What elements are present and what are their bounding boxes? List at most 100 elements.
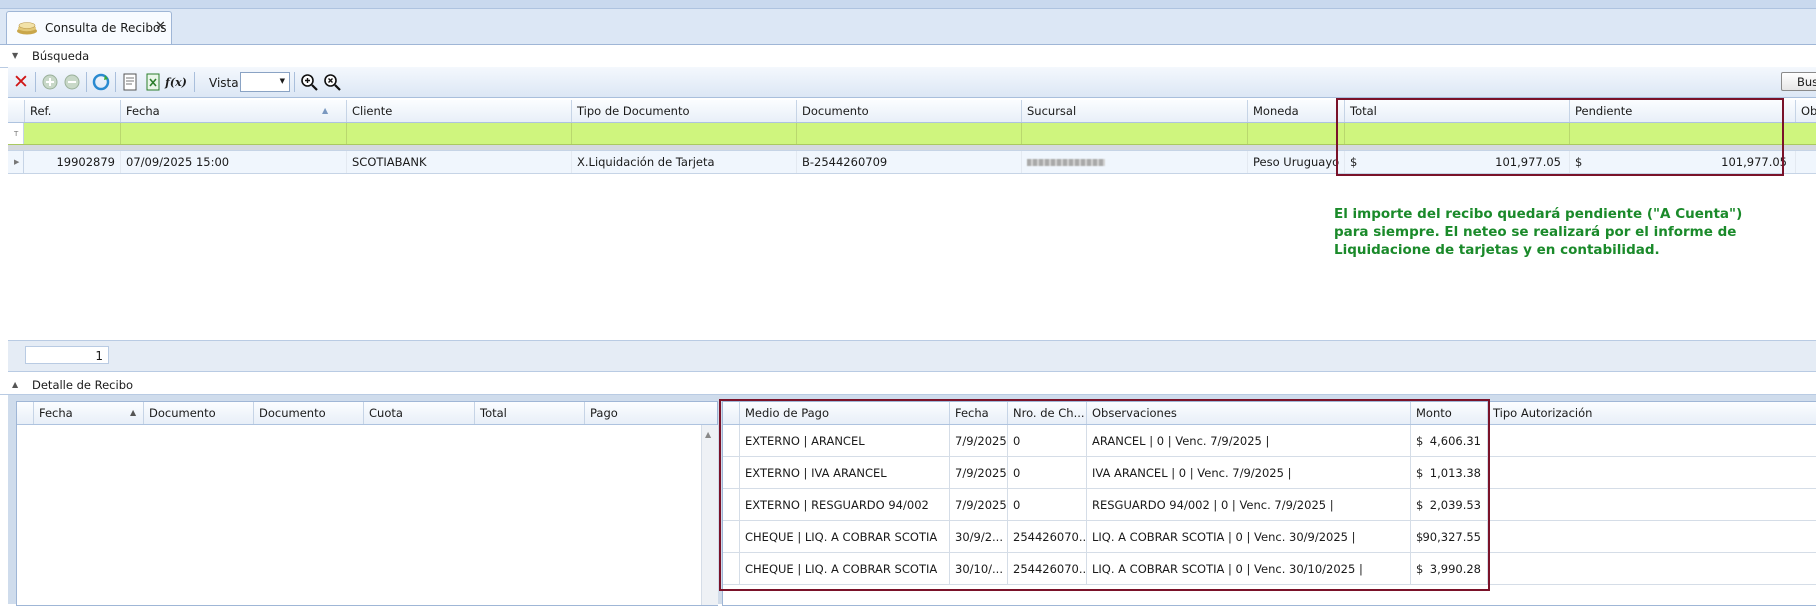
col-cuota[interactable]: Cuota: [363, 402, 474, 424]
filter-cell[interactable]: [1021, 123, 1247, 144]
cell-medio: EXTERNO | IVA ARANCEL: [739, 457, 949, 488]
formula-icon[interactable]: f(x): [165, 72, 187, 92]
filter-cell[interactable]: [1344, 123, 1569, 144]
col-documento-2[interactable]: Documento: [253, 402, 363, 424]
filter-cell[interactable]: [1569, 123, 1795, 144]
export-excel-icon[interactable]: [143, 72, 163, 92]
cell-fecha: 7/9/2025: [949, 425, 1007, 456]
delete-icon[interactable]: ✕: [11, 71, 31, 93]
col-pago[interactable]: Pago: [584, 402, 701, 424]
vista-label: Vista: [209, 76, 239, 90]
vista-select[interactable]: ▼: [240, 72, 290, 92]
zoom-in-icon[interactable]: [299, 72, 319, 92]
col-sucursal[interactable]: Sucursal: [1021, 100, 1247, 122]
cell-total: $ 101,977.05: [1344, 151, 1569, 173]
cell-monto: $4,606.31: [1410, 425, 1487, 456]
col-ref[interactable]: Ref.: [24, 100, 120, 122]
filter-cell[interactable]: [571, 123, 796, 144]
cell-ref: 19902879: [56, 155, 115, 169]
currency-symbol: $: [1416, 466, 1424, 480]
detalle-section-header[interactable]: ▲ Detalle de Recibo: [0, 374, 1816, 395]
filter-cell[interactable]: [346, 123, 571, 144]
cell-fecha: 7/9/2025: [949, 457, 1007, 488]
cell-nro: 0: [1007, 425, 1086, 456]
table-row[interactable]: CHEQUE | LIQ. A COBRAR SCOTIA 30/10/... …: [723, 553, 1816, 585]
total-value: 101,977.05: [1495, 155, 1561, 169]
sort-ascending-icon: ▲: [130, 408, 137, 417]
cell-pendiente: $ 101,977.05: [1569, 151, 1795, 173]
currency-symbol: $: [1416, 498, 1424, 512]
refresh-icon[interactable]: [91, 72, 111, 92]
col-tipo-documento[interactable]: Tipo de Documento: [571, 100, 796, 122]
monto-value: 3,990.28: [1429, 562, 1481, 576]
cell-fecha: 07/09/2025 15:00: [120, 151, 346, 173]
tab-label: Consulta de Recibos: [45, 21, 167, 35]
cell-nro: 0: [1007, 489, 1086, 520]
add-disabled-icon[interactable]: [40, 72, 60, 92]
filter-cell[interactable]: [796, 123, 1021, 144]
redacted-text: [1027, 159, 1105, 166]
cell-obs: LIQ. A COBRAR SCOTIA | 0 | Venc. 30/10/2…: [1086, 553, 1410, 584]
cell-monto: $90,327.55: [1410, 521, 1487, 552]
detalle-title: Detalle de Recibo: [32, 378, 134, 392]
col-tipo-autorizacion[interactable]: Tipo Autorización: [1487, 402, 1816, 424]
print-preview-icon[interactable]: [120, 72, 140, 92]
col-observaciones[interactable]: Observaciones: [1086, 402, 1410, 424]
toolbar-separator: [294, 72, 295, 92]
row-expand-icon[interactable]: ▶: [8, 151, 24, 173]
table-row[interactable]: EXTERNO | ARANCEL 7/9/2025 0 ARANCEL | 0…: [723, 425, 1816, 457]
remove-disabled-icon[interactable]: [62, 72, 82, 92]
cell-medio: EXTERNO | RESGUARDO 94/002: [739, 489, 949, 520]
col-moneda[interactable]: Moneda: [1247, 100, 1344, 122]
cell-cliente: SCOTIABANK: [346, 151, 571, 173]
detail-left-grid: Fecha ▲ Documento Documento Cuota Total …: [16, 401, 718, 606]
col-monto[interactable]: Monto: [1410, 402, 1487, 424]
col-documento[interactable]: Documento: [143, 402, 253, 424]
receipt-stack-icon: [17, 22, 37, 35]
table-row[interactable]: EXTERNO | IVA ARANCEL 7/9/2025 0 IVA ARA…: [723, 457, 1816, 489]
tab-consulta-recibos[interactable]: Consulta de Recibos ✕: [6, 11, 172, 44]
toolbar-separator: [35, 72, 36, 92]
busqueda-section-header[interactable]: ▼ Búsqueda: [0, 45, 1816, 68]
close-icon[interactable]: ✕: [155, 19, 166, 34]
cell-nro: 254426070...: [1007, 521, 1086, 552]
col-cliente[interactable]: Cliente: [346, 100, 571, 122]
table-row[interactable]: EXTERNO | RESGUARDO 94/002 7/9/2025 0 RE…: [723, 489, 1816, 521]
col-nro-cheque[interactable]: Nro. de Ch...: [1007, 402, 1086, 424]
col-fecha[interactable]: Fecha: [949, 402, 1007, 424]
col-pendiente[interactable]: Pendiente: [1569, 100, 1795, 122]
filter-row[interactable]: T: [8, 123, 1816, 145]
zoom-clear-icon[interactable]: [322, 72, 342, 92]
filter-cell[interactable]: [120, 123, 346, 144]
toolbar-separator: [115, 72, 116, 92]
cell-sucursal: [1021, 151, 1247, 173]
col-medio-pago[interactable]: Medio de Pago: [739, 402, 949, 424]
col-fecha[interactable]: Fecha: [120, 100, 346, 122]
cell-fecha: 7/9/2025: [949, 489, 1007, 520]
cell-monto: $2,039.53: [1410, 489, 1487, 520]
filter-cell[interactable]: [1247, 123, 1344, 144]
col-total[interactable]: Total: [474, 402, 584, 424]
table-row[interactable]: CHEQUE | LIQ. A COBRAR SCOTIA 30/9/2... …: [723, 521, 1816, 553]
col-fecha[interactable]: Fecha: [33, 402, 143, 424]
cell-moneda: Peso Uruguayo: [1247, 151, 1344, 173]
buscar-button[interactable]: Busca: [1781, 72, 1816, 91]
currency-symbol: $: [1416, 434, 1424, 448]
col-observaciones[interactable]: Obse: [1795, 100, 1816, 122]
col-documento[interactable]: Documento: [796, 100, 1021, 122]
pendiente-value: 101,977.05: [1721, 155, 1787, 169]
cell-obs: IVA ARANCEL | 0 | Venc. 7/9/2025 |: [1086, 457, 1410, 488]
table-row[interactable]: ▶ 19902879 07/09/2025 15:00 SCOTIABANK X…: [8, 150, 1816, 174]
vertical-scrollbar[interactable]: ▲: [701, 425, 718, 605]
cell-nro: 0: [1007, 457, 1086, 488]
cell-obs: RESGUARDO 94/002 | 0 | Venc. 7/9/2025 |: [1086, 489, 1410, 520]
sort-ascending-icon: ▲: [322, 106, 329, 115]
page-number-input[interactable]: 1: [25, 346, 109, 364]
filter-icon: T: [8, 123, 24, 144]
scroll-up-icon[interactable]: ▲: [705, 430, 711, 439]
toolbar: ✕ f(x) Vista ▼ Busca: [8, 67, 1816, 98]
cell-tipo-autorizacion: [1487, 457, 1816, 488]
detail-right-grid: Medio de Pago Fecha Nro. de Ch... Observ…: [722, 401, 1816, 606]
col-total[interactable]: Total: [1344, 100, 1569, 122]
cell-tipo-autorizacion: [1487, 425, 1816, 456]
